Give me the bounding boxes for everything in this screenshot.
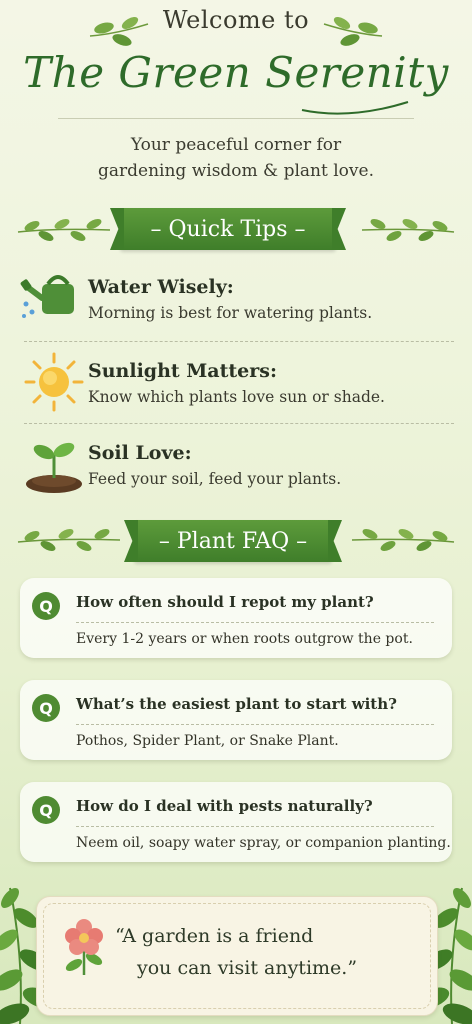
faq-answer: Neem oil, soapy water spray, or companio… [76,835,451,851]
tip-title: Soil Love: [88,442,192,464]
faq-question: How often should I repot my plant? [76,593,374,611]
faq-divider [76,724,434,725]
quote-card: “A garden is a friend you can visit anyt… [36,896,438,1016]
sprout-icon [26,442,82,493]
vine-right-icon [351,529,455,551]
tip-description: Morning is best for watering plants. [88,304,373,322]
vine-left-icon [17,529,121,551]
quote-line-1: “A garden is a friend [115,925,314,947]
subtitle: Your peaceful corner for gardening wisdo… [0,132,472,184]
question-badge: Q [32,796,60,824]
tip-description: Feed your soil, feed your plants. [88,470,342,488]
page-title: The Green Serenity [23,48,449,97]
faq-card[interactable]: Q How do I deal with pests naturally? Ne… [20,782,452,862]
tip-divider [24,341,454,342]
tip-item: Sunlight Matters: Know which plants love… [0,344,472,424]
title-swash-icon [301,101,409,115]
faq-card[interactable]: Q What’s the easiest plant to start with… [20,680,452,760]
faq-answer: Every 1-2 years or when roots outgrow th… [76,631,413,647]
sun-icon [24,352,84,412]
welcome-text: Welcome to [162,6,310,34]
quick-tips-banner: – Quick Tips – [120,208,336,250]
faq-divider [76,826,434,827]
title-divider [58,118,414,119]
plant-faq-banner: – Plant FAQ – [134,520,332,562]
faq-answer: Pothos, Spider Plant, or Snake Plant. [76,733,339,749]
question-badge: Q [32,592,60,620]
faq-question: How do I deal with pests naturally? [76,797,373,815]
faq-question: What’s the easiest plant to start with? [76,695,397,713]
subtitle-line-1: Your peaceful corner for [130,135,342,155]
tip-title: Water Wisely: [88,276,234,298]
subtitle-line-2: gardening wisdom & plant love. [98,161,374,181]
quote-line-2: you can visit anytime.” [137,957,358,979]
tip-item: Water Wisely: Morning is best for wateri… [0,260,472,340]
tip-item: Soil Love: Feed your soil, feed your pla… [0,428,472,508]
tip-description: Know which plants love sun or shade. [88,388,385,406]
vine-right-icon [361,219,455,241]
tip-title: Sunlight Matters: [88,360,277,382]
flower-icon [65,919,103,975]
vine-left-icon [17,219,111,241]
faq-card[interactable]: Q How often should I repot my plant? Eve… [20,578,452,658]
faq-divider [76,622,434,623]
header: Welcome to The Green Serenity Your peace… [0,0,472,195]
tip-divider [24,423,454,424]
question-badge: Q [32,694,60,722]
watering-can-icon [20,275,74,318]
